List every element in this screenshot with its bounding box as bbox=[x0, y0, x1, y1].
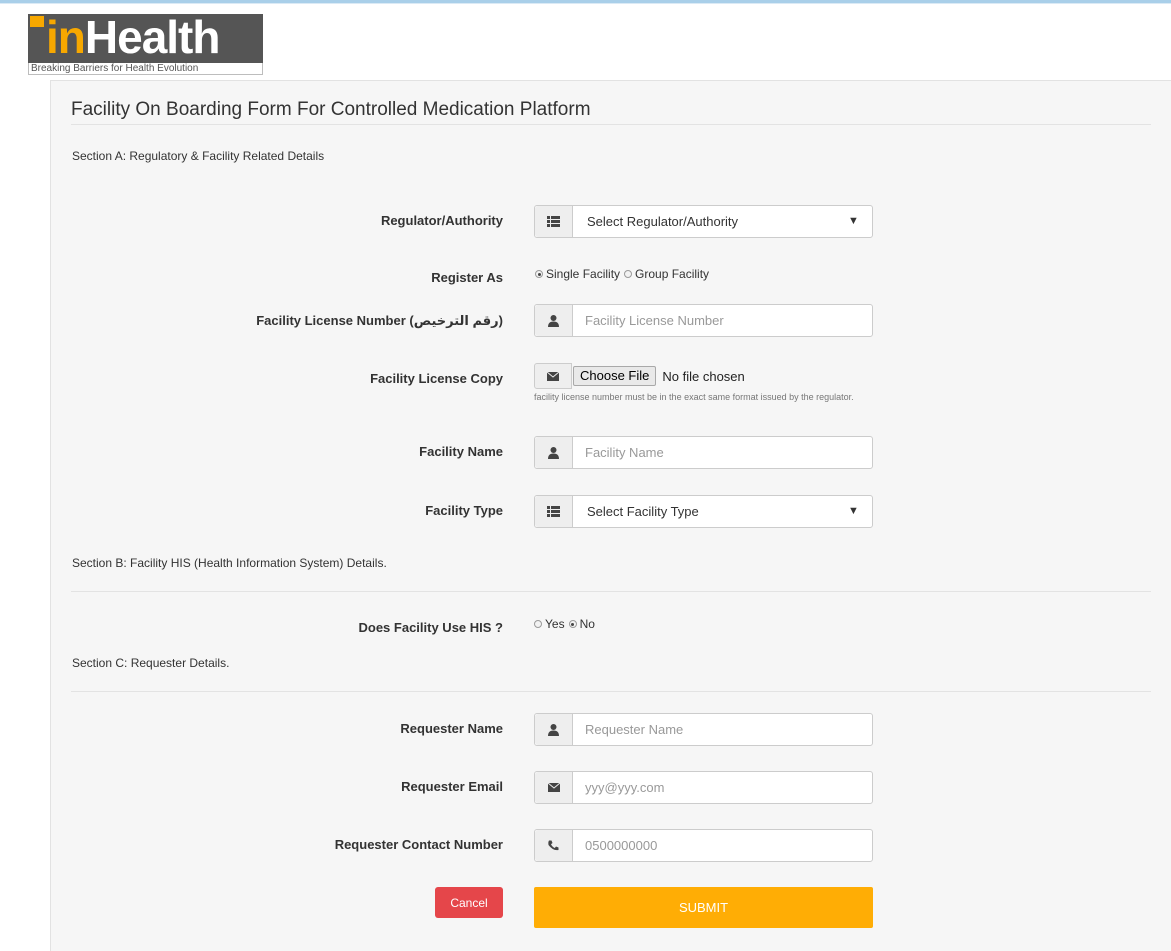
chevron-down-icon: ▼ bbox=[848, 215, 859, 227]
choose-file-button[interactable]: Choose File bbox=[573, 366, 657, 386]
list-icon-svg bbox=[547, 216, 560, 227]
his-no-radio[interactable] bbox=[568, 620, 577, 628]
his-label: Does Facility Use HIS ? bbox=[358, 620, 504, 635]
user-icon-svg bbox=[548, 723, 559, 736]
list-icon-svg bbox=[547, 506, 560, 517]
license-copy-label: Facility License Copy bbox=[370, 371, 503, 386]
requester-name-label: Requester Name bbox=[400, 721, 503, 736]
inhealth-logo: inHealth Breaking Barriers for Health Ev… bbox=[28, 11, 263, 75]
requester-name-group bbox=[534, 713, 873, 746]
register-group-radio[interactable] bbox=[624, 270, 633, 278]
requester-contact-label: Requester Contact Number bbox=[334, 837, 503, 852]
logo-mark-icon bbox=[30, 16, 44, 27]
requester-email-input[interactable] bbox=[573, 772, 872, 803]
facility-type-label: Facility Type bbox=[425, 503, 503, 518]
regulator-select[interactable]: Select Regulator/Authority ▼ bbox=[534, 205, 873, 238]
user-icon bbox=[535, 305, 573, 336]
logo-health: Health bbox=[84, 11, 221, 63]
user-icon-svg bbox=[548, 314, 559, 327]
his-no-label: No bbox=[579, 617, 595, 631]
facility-name-label: Facility Name bbox=[419, 444, 503, 459]
logo-wordmark: inHealth bbox=[46, 10, 221, 64]
facility-name-input[interactable] bbox=[573, 437, 872, 468]
facility-name-group bbox=[534, 436, 873, 469]
user-icon bbox=[535, 714, 573, 745]
chevron-down-icon: ▼ bbox=[848, 505, 859, 517]
phone-icon bbox=[535, 830, 573, 861]
regulator-select-value: Select Regulator/Authority bbox=[587, 214, 739, 229]
list-icon bbox=[535, 206, 573, 237]
his-yes-radio[interactable] bbox=[534, 620, 542, 628]
section-c-divider bbox=[71, 691, 1151, 692]
section-b-title: Section B: Facility HIS (Health Informat… bbox=[72, 556, 387, 570]
register-as-radio-group: Single Facility Group Facility bbox=[535, 267, 713, 281]
section-b-divider bbox=[71, 591, 1151, 592]
top-border-shadow bbox=[0, 3, 1171, 4]
form-title: Facility On Boarding Form For Controlled… bbox=[71, 99, 591, 120]
register-single-label: Single Facility bbox=[546, 267, 621, 281]
envelope-icon-svg bbox=[547, 783, 560, 792]
register-single-radio[interactable] bbox=[535, 270, 543, 278]
license-copy-file-input: Choose File No file chosen bbox=[534, 363, 745, 389]
facility-type-select[interactable]: Select Facility Type ▼ bbox=[534, 495, 873, 528]
envelope-icon bbox=[535, 772, 573, 803]
logo-in: in bbox=[46, 11, 86, 63]
requester-contact-input[interactable] bbox=[573, 830, 872, 861]
requester-contact-group bbox=[534, 829, 873, 862]
envelope-icon-svg bbox=[547, 371, 559, 381]
cancel-button[interactable]: Cancel bbox=[435, 887, 503, 918]
facility-type-select-value: Select Facility Type bbox=[587, 504, 699, 519]
envelope-icon bbox=[534, 363, 572, 389]
section-a-title: Section A: Regulatory & Facility Related… bbox=[72, 149, 325, 163]
phone-icon-svg bbox=[548, 840, 559, 851]
license-number-input[interactable] bbox=[573, 305, 872, 336]
submit-button[interactable]: SUBMIT bbox=[534, 887, 873, 928]
user-icon-svg bbox=[548, 446, 559, 459]
list-icon bbox=[535, 496, 573, 527]
requester-name-input[interactable] bbox=[573, 714, 872, 745]
license-help-text: facility license number must be in the e… bbox=[534, 392, 854, 402]
logo-tagline: Breaking Barriers for Health Evolution bbox=[28, 63, 263, 75]
user-icon bbox=[535, 437, 573, 468]
requester-email-group bbox=[534, 771, 873, 804]
title-divider bbox=[71, 124, 1151, 125]
regulator-label: Regulator/Authority bbox=[380, 213, 503, 228]
his-yes-label: Yes bbox=[545, 617, 565, 631]
register-as-label: Register As bbox=[431, 270, 503, 285]
license-number-label: Facility License Number (رقم الترخيص) bbox=[256, 313, 503, 328]
register-group-label: Group Facility bbox=[635, 267, 710, 281]
file-status-text: No file chosen bbox=[662, 368, 745, 384]
license-number-group bbox=[534, 304, 873, 337]
his-radio-group: Yes No bbox=[534, 617, 599, 631]
requester-email-label: Requester Email bbox=[401, 779, 503, 794]
section-c-title: Section C: Requester Details. bbox=[72, 656, 230, 670]
